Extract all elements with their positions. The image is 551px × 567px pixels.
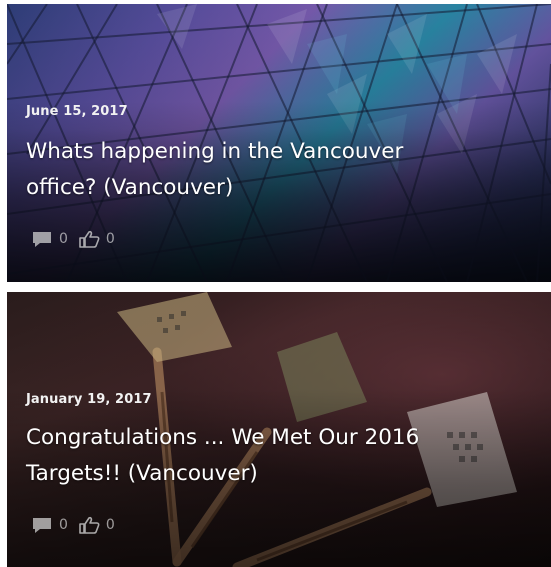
news-card[interactable]: January 19, 2017 Congratulations ... We … — [7, 292, 551, 567]
post-meta: 0 0 — [31, 516, 119, 534]
post-title-line[interactable]: Congratulations ... We Met Our 2016 — [26, 420, 526, 456]
comment-icon[interactable] — [31, 516, 53, 534]
comment-count: 0 — [59, 517, 68, 533]
thumbs-up-icon[interactable] — [78, 230, 100, 248]
post-date: June 15, 2017 — [26, 104, 128, 119]
comment-count: 0 — [59, 231, 68, 247]
thumbs-up-icon[interactable] — [78, 516, 100, 534]
post-meta: 0 0 — [31, 230, 119, 248]
post-title-line[interactable]: Targets!! (Vancouver) — [26, 456, 526, 492]
post-title[interactable]: Congratulations ... We Met Our 2016 Targ… — [26, 420, 526, 492]
comment-icon[interactable] — [31, 230, 53, 248]
post-title-line[interactable]: Whats happening in the Vancouver — [26, 134, 526, 170]
news-feed: June 15, 2017 Whats happening in the Van… — [0, 0, 551, 567]
post-title-line[interactable]: office? (Vancouver) — [26, 170, 526, 206]
post-title[interactable]: Whats happening in the Vancouver office?… — [26, 134, 526, 206]
news-card[interactable]: June 15, 2017 Whats happening in the Van… — [7, 4, 551, 282]
post-date: January 19, 2017 — [26, 392, 152, 407]
like-count: 0 — [105, 517, 115, 533]
like-count: 0 — [105, 231, 115, 247]
